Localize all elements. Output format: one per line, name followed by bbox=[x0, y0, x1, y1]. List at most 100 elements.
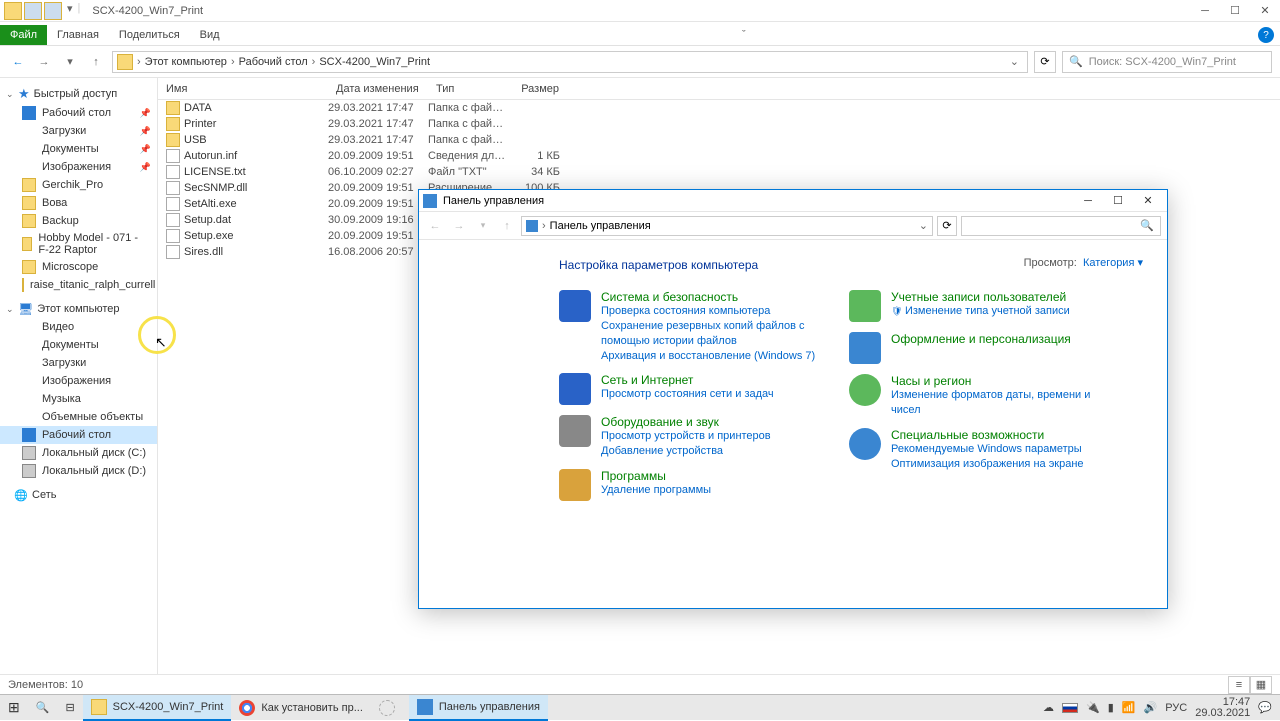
close-button[interactable]: ✕ bbox=[1250, 0, 1280, 22]
nav-item[interactable]: Видео bbox=[0, 318, 157, 336]
help-icon[interactable]: ? bbox=[1258, 27, 1274, 43]
search-input[interactable]: 🔍 Поиск: SCX-4200_Win7_Print bbox=[1062, 51, 1272, 73]
breadcrumb[interactable]: SCX-4200_Win7_Print bbox=[319, 56, 438, 68]
nav-item[interactable]: Объемные объекты bbox=[0, 408, 157, 426]
taskbar-item[interactable]: SCX-4200_Win7_Print bbox=[83, 695, 232, 721]
file-row[interactable]: LICENSE.txt 06.10.2009 02:27 Файл "TXT" … bbox=[158, 164, 1280, 180]
cp-link[interactable]: Просмотр состояния сети и задач bbox=[601, 387, 774, 402]
cp-category-title[interactable]: Программы bbox=[601, 469, 711, 483]
taskbar-clock[interactable]: 17:4729.03.2021 bbox=[1195, 697, 1250, 719]
cp-category-title[interactable]: Учетные записи пользователей bbox=[891, 290, 1070, 304]
cp-back-button[interactable]: ← bbox=[425, 216, 445, 236]
cp-category-title[interactable]: Часы и регион bbox=[891, 374, 1109, 388]
cp-link[interactable]: Просмотр устройств и принтеров bbox=[601, 429, 771, 444]
this-pc-header[interactable]: ⌄🖥 Этот компьютер bbox=[0, 300, 157, 318]
taskbar-item[interactable] bbox=[371, 695, 409, 721]
cp-search-input[interactable]: 🔍 bbox=[961, 216, 1161, 236]
cp-category-title[interactable]: Сеть и Интернет bbox=[601, 373, 774, 387]
nav-item[interactable]: raise_titanic_ralph_currell bbox=[0, 276, 157, 294]
cp-maximize-button[interactable]: ☐ bbox=[1103, 190, 1133, 212]
ribbon-tab-file[interactable]: Файл bbox=[0, 25, 47, 45]
nav-item[interactable]: Документы📌 bbox=[0, 140, 157, 158]
cp-link[interactable]: Удаление программы bbox=[601, 483, 711, 498]
nav-item[interactable]: Загрузки bbox=[0, 354, 157, 372]
forward-button[interactable]: → bbox=[34, 52, 54, 72]
taskbar-item[interactable]: Панель управления bbox=[409, 695, 548, 721]
tray-battery-icon[interactable]: ▮ bbox=[1108, 701, 1114, 714]
cp-close-button[interactable]: ✕ bbox=[1133, 190, 1163, 212]
nav-item[interactable]: Локальный диск (C:) bbox=[0, 444, 157, 462]
cp-link[interactable]: Оптимизация изображения на экране bbox=[891, 457, 1084, 472]
refresh-button[interactable]: ⟳ bbox=[1034, 51, 1056, 73]
cp-category-title[interactable]: Оформление и персонализация bbox=[891, 332, 1071, 346]
cp-link[interactable]: Изменение форматов даты, времени и чисел bbox=[891, 388, 1109, 418]
file-row[interactable]: Autorun.inf 20.09.2009 19:51 Сведения дл… bbox=[158, 148, 1280, 164]
col-name[interactable]: Имя bbox=[158, 83, 328, 95]
qat-icon[interactable] bbox=[44, 2, 62, 20]
task-view-button[interactable]: ⊟ bbox=[57, 695, 82, 721]
tray-language[interactable]: РУС bbox=[1165, 702, 1187, 714]
cp-crumb[interactable]: Панель управления bbox=[550, 220, 651, 232]
nav-item[interactable]: Локальный диск (D:) bbox=[0, 462, 157, 480]
cp-history-button[interactable]: ▾ bbox=[473, 216, 493, 236]
network-header[interactable]: 🌐 Сеть bbox=[0, 486, 157, 504]
col-type[interactable]: Тип bbox=[428, 83, 508, 95]
ribbon-tab-view[interactable]: Вид bbox=[190, 25, 230, 45]
address-bar[interactable]: › Этот компьютерРабочий столSCX-4200_Win… bbox=[112, 51, 1028, 73]
file-row[interactable]: Printer 29.03.2021 17:47 Папка с файлами bbox=[158, 116, 1280, 132]
minimize-button[interactable]: ─ bbox=[1190, 0, 1220, 22]
view-icons-button[interactable]: ▦ bbox=[1250, 676, 1272, 694]
tray-usb-icon[interactable]: 🔌 bbox=[1086, 701, 1100, 714]
nav-item[interactable]: Изображения📌 bbox=[0, 158, 157, 176]
file-row[interactable]: DATA 29.03.2021 17:47 Папка с файлами bbox=[158, 100, 1280, 116]
cp-link[interactable]: Рекомендуемые Windows параметры bbox=[891, 442, 1084, 457]
breadcrumb[interactable]: Этот компьютер bbox=[145, 56, 239, 68]
qat-dropdown-icon[interactable]: ▾ bbox=[64, 2, 76, 20]
cp-category-title[interactable]: Оборудование и звук bbox=[601, 415, 771, 429]
ribbon-tab-home[interactable]: Главная bbox=[47, 25, 109, 45]
qat-icon[interactable] bbox=[24, 2, 42, 20]
tray-flag-icon[interactable] bbox=[1062, 703, 1078, 713]
cp-minimize-button[interactable]: ─ bbox=[1073, 190, 1103, 212]
cp-forward-button[interactable]: → bbox=[449, 216, 469, 236]
cp-link[interactable]: Архивация и восстановление (Windows 7) bbox=[601, 349, 819, 364]
nav-item[interactable]: Документы bbox=[0, 336, 157, 354]
cp-up-button[interactable]: ↑ bbox=[497, 216, 517, 236]
tray-onedrive-icon[interactable]: ☁ bbox=[1043, 701, 1054, 714]
cp-category-title[interactable]: Специальные возможности bbox=[891, 428, 1084, 442]
tray-network-icon[interactable]: 📶 bbox=[1122, 701, 1136, 714]
address-dropdown-icon[interactable]: ⌄ bbox=[1006, 55, 1023, 68]
search-taskbar-button[interactable]: 🔍 bbox=[28, 695, 58, 721]
up-button[interactable]: ↑ bbox=[86, 52, 106, 72]
cp-link[interactable]: Изменение типа учетной записи bbox=[891, 304, 1070, 319]
nav-item[interactable]: Hobby Model - 071 - F-22 Raptor bbox=[0, 230, 157, 258]
nav-item[interactable]: Рабочий стол📌 bbox=[0, 104, 157, 122]
cp-refresh-button[interactable]: ⟳ bbox=[937, 216, 957, 236]
history-dropdown[interactable]: ▾ bbox=[60, 52, 80, 72]
nav-item[interactable]: Вова bbox=[0, 194, 157, 212]
nav-item[interactable]: Backup bbox=[0, 212, 157, 230]
cp-address-dropdown-icon[interactable]: ⌄ bbox=[919, 219, 928, 232]
ribbon-expand-icon[interactable]: ˇ bbox=[736, 25, 752, 45]
nav-item[interactable]: Музыка bbox=[0, 390, 157, 408]
nav-item[interactable]: Рабочий стол bbox=[0, 426, 157, 444]
col-date[interactable]: Дата изменения bbox=[328, 83, 428, 95]
cp-view-dropdown[interactable]: Категория ▾ bbox=[1083, 257, 1143, 269]
quick-access-header[interactable]: ⌄★ Быстрый доступ bbox=[0, 84, 157, 104]
start-button[interactable]: ⊞ bbox=[0, 695, 28, 721]
cp-link[interactable]: Добавление устройства bbox=[601, 444, 771, 459]
nav-item[interactable]: Gerchik_Pro bbox=[0, 176, 157, 194]
cp-link[interactable]: Сохранение резервных копий файлов с помо… bbox=[601, 319, 819, 349]
tray-volume-icon[interactable]: 🔊 bbox=[1144, 701, 1158, 714]
ribbon-tab-share[interactable]: Поделиться bbox=[109, 25, 190, 45]
view-details-button[interactable]: ≡ bbox=[1228, 676, 1250, 694]
cp-link[interactable]: Проверка состояния компьютера bbox=[601, 304, 819, 319]
maximize-button[interactable]: ☐ bbox=[1220, 0, 1250, 22]
cp-category-title[interactable]: Система и безопасность bbox=[601, 290, 819, 304]
file-row[interactable]: USB 29.03.2021 17:47 Папка с файлами bbox=[158, 132, 1280, 148]
nav-item[interactable]: Microscope bbox=[0, 258, 157, 276]
taskbar-item[interactable]: Как установить пр... bbox=[231, 695, 371, 721]
nav-item[interactable]: Изображения bbox=[0, 372, 157, 390]
breadcrumb[interactable]: Рабочий стол bbox=[239, 56, 320, 68]
col-size[interactable]: Размер bbox=[508, 83, 568, 95]
